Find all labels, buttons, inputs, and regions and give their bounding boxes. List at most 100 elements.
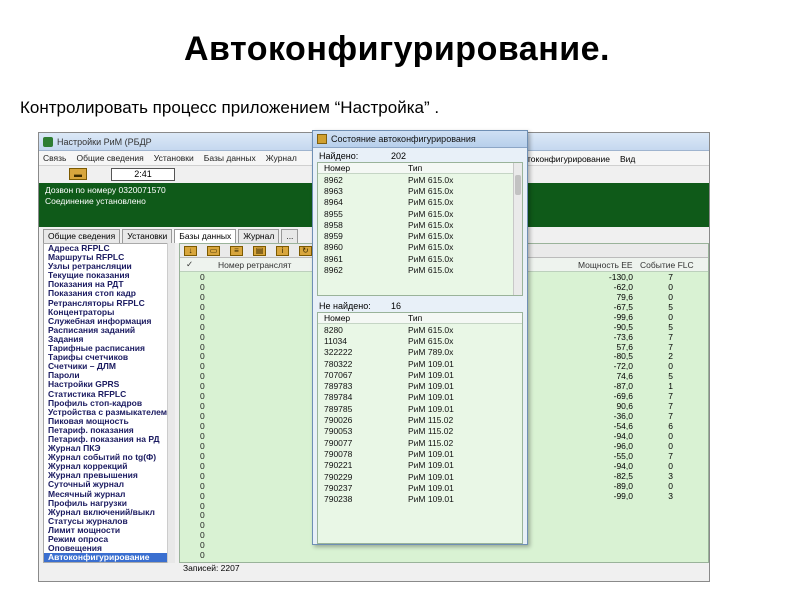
menu-item-general[interactable]: Общие сведения [77, 153, 144, 163]
filter-button[interactable]: ▤ [253, 245, 266, 256]
menu-item-settings[interactable]: Установки [154, 153, 194, 163]
list-item[interactable]: 8958 РиМ 615.0x [318, 219, 522, 230]
database-list-item[interactable]: Лимит мощности [44, 526, 170, 535]
table-cell: 0 [200, 361, 205, 372]
table-row[interactable]: 0 [180, 550, 708, 560]
clear-button[interactable]: ▭ [207, 245, 220, 256]
database-list-item[interactable]: Задания [44, 335, 170, 344]
list-item[interactable]: 789783 РиМ 109.01 [318, 380, 522, 391]
tab-databases[interactable]: Базы данных [174, 229, 237, 243]
list-item[interactable]: 790229 РиМ 109.01 [318, 471, 522, 482]
menu-item-view[interactable]: Вид [620, 154, 635, 164]
database-list-item[interactable]: Счетчики – ДЛМ [44, 362, 170, 371]
database-list-item[interactable]: Тарифы счетчиков [44, 353, 170, 362]
menu-item-journal[interactable]: Журнал [266, 153, 297, 163]
table-cell: 0 [200, 530, 205, 541]
database-list-item[interactable]: Пиковая мощность [44, 417, 170, 426]
list-item[interactable]: 707067 РиМ 109.01 [318, 369, 522, 380]
list-item[interactable]: 789784 РиМ 109.01 [318, 392, 522, 403]
col-type[interactable]: Тип [408, 163, 422, 173]
list-item[interactable]: 8960 РиМ 615.0x [318, 242, 522, 253]
download-button[interactable]: ↓ [184, 245, 197, 256]
database-list-item[interactable]: Маршруты RFPLC [44, 253, 170, 262]
database-list-item[interactable]: Тарифные расписания [44, 344, 170, 353]
left-scrollbar[interactable] [167, 243, 175, 563]
tab-journal[interactable]: Журнал [238, 229, 280, 243]
device-number: 707067 [324, 369, 353, 380]
database-list-item[interactable]: Профиль нагрузки [44, 499, 170, 508]
list-item[interactable]: 8962 РиМ 615.0x [318, 264, 522, 275]
col-header-power[interactable]: Мощность ЕЕ [578, 260, 633, 270]
list-item[interactable]: 790077 РиМ 115.02 [318, 437, 522, 448]
database-list-item[interactable]: Узлы ретрансляции [44, 262, 170, 271]
database-list-item[interactable]: Петариф. показания [44, 426, 170, 435]
database-list-item[interactable]: Концентраторы [44, 308, 170, 317]
list-item[interactable]: 322222 РиМ 789.0x [318, 347, 522, 358]
scroll-thumb[interactable] [515, 175, 521, 195]
database-list-item[interactable]: Устройства с размыкателем [44, 408, 170, 417]
col-number[interactable]: Номер [318, 163, 408, 173]
database-list-item[interactable]: Оповещения [44, 544, 170, 553]
connect-button[interactable]: ▬ [69, 168, 87, 180]
database-list-item[interactable]: Ретрансляторы RFPLC [44, 299, 170, 308]
database-list-item[interactable]: Расписания заданий [44, 326, 170, 335]
database-list-item[interactable]: Пароли [44, 371, 170, 380]
autoconfig-dialog: Состояние автоконфигурирования Найдено: … [312, 130, 528, 545]
found-scrollbar[interactable] [513, 163, 522, 295]
database-list-item[interactable]: Месячный журнал [44, 490, 170, 499]
database-list-item[interactable]: Автоконфигурирование [44, 553, 170, 562]
database-list-item[interactable]: Журнал ПКЭ [44, 444, 170, 453]
database-list-item[interactable]: Суточный журнал [44, 480, 170, 489]
list-item[interactable]: 8964 РиМ 615.0x [318, 197, 522, 208]
device-number: 790026 [324, 415, 353, 426]
list-item[interactable]: 8959 РиМ 615.0x [318, 230, 522, 241]
list-item[interactable]: 790053 РиМ 115.02 [318, 426, 522, 437]
device-type: РиМ 109.01 [408, 494, 454, 505]
tab-settings[interactable]: Установки [122, 229, 173, 243]
col-type[interactable]: Тип [408, 313, 422, 323]
list-item[interactable]: 790238 РиМ 109.01 [318, 493, 522, 504]
refresh-button[interactable]: ↻ [299, 245, 312, 256]
list-button[interactable]: ≡ [230, 245, 243, 256]
list-item[interactable]: 8963 РиМ 615.0x [318, 185, 522, 196]
col-header-event[interactable]: Событие FLC [640, 260, 694, 270]
database-list-item[interactable]: Показания на РДТ [44, 280, 170, 289]
col-number[interactable]: Номер [318, 313, 408, 323]
menu-item-databases[interactable]: Базы данных [204, 153, 256, 163]
database-list-item[interactable]: Журнал коррекций [44, 462, 170, 471]
list-item[interactable]: 790078 РиМ 109.01 [318, 448, 522, 459]
database-list-item[interactable]: Настройки GPRS [44, 380, 170, 389]
database-list-item[interactable]: Журнал превышения [44, 471, 170, 480]
list-item[interactable]: 8955 РиМ 615.0x [318, 208, 522, 219]
info-button[interactable]: i [276, 245, 289, 256]
database-list-item[interactable]: Адреса RFPLC [44, 244, 170, 253]
database-list-item[interactable]: Показания стоп кадр [44, 289, 170, 298]
event-cell: 0 [668, 460, 673, 471]
database-list-item[interactable]: Журнал событий по tg(Ф) [44, 453, 170, 462]
device-number: 790229 [324, 471, 353, 482]
list-item[interactable]: 790221 РиМ 109.01 [318, 460, 522, 471]
database-list-item[interactable]: Петариф. показания на РД [44, 435, 170, 444]
list-item[interactable]: 11034 РиМ 615.0x [318, 335, 522, 346]
tab-general[interactable]: Общие сведения [43, 229, 121, 243]
database-list-item[interactable]: Режим опроса [44, 535, 170, 544]
col-header-relay[interactable]: Номер ретранслят [198, 260, 318, 270]
list-item[interactable]: 780322 РиМ 109.01 [318, 358, 522, 369]
database-list-item[interactable]: Профиль стоп-кадров [44, 399, 170, 408]
list-item[interactable]: 8962 РиМ 615.0x [318, 174, 522, 185]
list-item[interactable]: 8280 РиМ 615.0x [318, 324, 522, 335]
database-list-item[interactable]: Статистика RFPLC [44, 390, 170, 399]
list-item[interactable]: 8961 РиМ 615.0x [318, 253, 522, 264]
database-list-item[interactable]: Текущие показания [44, 271, 170, 280]
table-row-values: -96,0 0 [575, 441, 673, 451]
tab-more[interactable]: ... [281, 229, 299, 243]
list-item[interactable]: 790237 РиМ 109.01 [318, 482, 522, 493]
database-list-item[interactable]: Журнал включений/выкл [44, 508, 170, 517]
menu-item-connection[interactable]: Связь [43, 153, 67, 163]
device-type: РиМ 109.01 [408, 460, 454, 471]
database-list-item[interactable]: Статусы журналов [44, 517, 170, 526]
database-list-item[interactable]: Служебная информация [44, 317, 170, 326]
list-item[interactable]: 790026 РиМ 115.02 [318, 414, 522, 425]
menu-item-autoconfig[interactable]: Автоконфигурирование [517, 154, 610, 164]
list-item[interactable]: 789785 РиМ 109.01 [318, 403, 522, 414]
